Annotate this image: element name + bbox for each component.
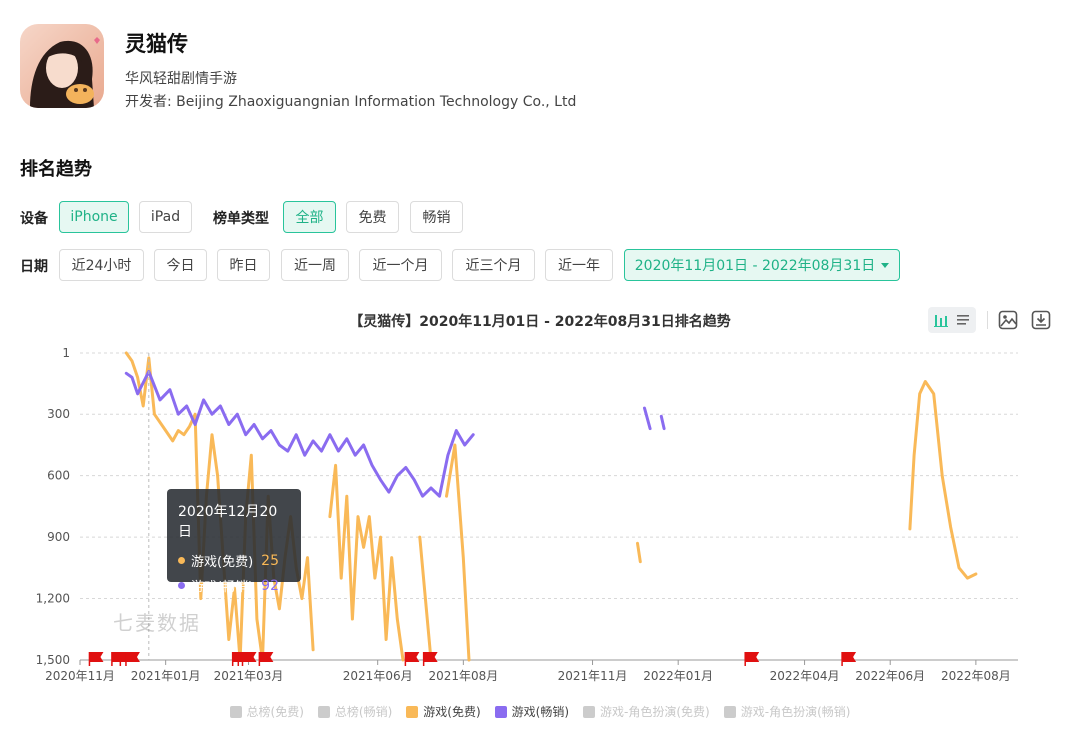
free-series-line	[328, 463, 405, 662]
x-tick-label: 2021年11月	[558, 669, 628, 683]
section-title: 排名趋势	[20, 159, 92, 180]
download-icon[interactable]	[1030, 309, 1052, 331]
y-tick-label: 600	[47, 469, 70, 483]
date-label: 日期	[20, 259, 48, 275]
device-ipad-chip[interactable]: iPad	[139, 201, 192, 233]
list-type-grossing-chip[interactable]: 畅销	[410, 201, 463, 233]
date-3month-chip[interactable]: 近三个月	[452, 249, 535, 281]
flag-marker-icon	[231, 652, 247, 666]
x-tick-label: 2022年08月	[941, 669, 1011, 683]
legend-label: 游戏-角色扮演(畅销)	[740, 705, 851, 719]
y-tick-label: 1	[62, 346, 70, 360]
caret-down-icon	[881, 262, 890, 268]
flag-marker-icon	[119, 652, 135, 666]
legend-swatch-icon	[494, 705, 507, 718]
grossing-series-line	[659, 414, 666, 431]
tooltip-date: 2020年12月20日	[178, 504, 278, 540]
tooltip-grossing-value: 92	[261, 577, 279, 594]
free-series-line	[445, 443, 471, 662]
device-label: 设备	[20, 211, 48, 227]
x-tick-label: 2021年03月	[214, 669, 284, 683]
free-series-line	[636, 541, 642, 564]
device-iphone-chip[interactable]: iPhone	[59, 201, 129, 233]
bar-chart-icon[interactable]	[930, 309, 952, 331]
date-range-picker[interactable]: 2020年11月01日 - 2022年08月31日	[624, 249, 900, 281]
tooltip-row-free: 游戏(免费) 25	[178, 551, 290, 570]
legend-swatch-icon	[406, 705, 419, 718]
legend-label: 总榜(免费)	[246, 705, 304, 719]
tooltip-free-label: 游戏(免费)	[191, 555, 254, 570]
tooltip-grossing-label: 游戏(畅销)	[191, 580, 254, 595]
flag-marker-icon	[125, 652, 140, 666]
x-tick-label: 2021年01月	[131, 669, 201, 683]
legend-label: 游戏-角色扮演(免费)	[600, 705, 710, 719]
legend-label: 游戏(免费)	[423, 705, 481, 719]
grossing-dot-icon	[178, 582, 185, 589]
chart-legend: 总榜(免费) 总榜(畅销) 游戏(免费) 游戏(畅销) 游戏-角色扮演(免费) 游戏-角色…	[0, 703, 1080, 720]
legend-item[interactable]: 游戏(免费)	[406, 703, 481, 720]
tooltip-free-value: 25	[261, 552, 279, 569]
app-title: 灵猫传	[125, 32, 188, 56]
flag-marker-icon	[841, 652, 857, 666]
legend-item[interactable]: 游戏-角色扮演(畅销)	[723, 703, 851, 720]
flag-marker-icon	[422, 652, 438, 666]
y-tick-label: 900	[47, 530, 70, 544]
image-icon[interactable]	[997, 309, 1019, 331]
legend-swatch-icon	[583, 705, 596, 718]
date-24h-chip[interactable]: 近24小时	[59, 249, 144, 281]
flag-marker-icon	[258, 652, 274, 666]
list-type-free-chip[interactable]: 免费	[346, 201, 399, 233]
tooltip-row-grossing: 游戏(畅销) 92	[178, 576, 290, 595]
grossing-series-line	[124, 370, 475, 498]
date-year-chip[interactable]: 近一年	[545, 249, 613, 281]
legend-swatch-icon	[229, 705, 242, 718]
x-tick-label: 2022年06月	[855, 669, 925, 683]
flag-marker-icon	[237, 652, 253, 666]
legend-item[interactable]: 游戏-角色扮演(免费)	[583, 703, 710, 720]
x-tick-label: 2022年04月	[770, 669, 840, 683]
date-week-chip[interactable]: 近一周	[281, 249, 349, 281]
date-today-chip[interactable]: 今日	[154, 249, 207, 281]
toolbar-divider	[987, 311, 988, 329]
legend-label: 总榜(畅销)	[334, 705, 393, 719]
list-type-all-chip[interactable]: 全部	[283, 201, 336, 233]
legend-swatch-icon	[317, 705, 330, 718]
flag-marker-icon	[744, 652, 760, 666]
grossing-series-line	[643, 406, 652, 431]
app-subtitle: 华风轻甜剧情手游	[125, 71, 237, 87]
y-tick-label: 1,200	[36, 592, 70, 606]
y-tick-label: 1,500	[36, 653, 70, 667]
date-range-text: 2020年11月01日 - 2022年08月31日	[634, 258, 876, 274]
list-type-label: 榜单类型	[213, 211, 269, 227]
app-icon	[20, 24, 104, 108]
legend-item[interactable]: 游戏(畅销)	[494, 703, 570, 720]
x-tick-label: 2021年06月	[343, 669, 413, 683]
x-tick-label: 2020年11月	[45, 669, 115, 683]
free-dot-icon	[178, 557, 185, 564]
free-series-line	[908, 380, 978, 580]
flag-marker-icon	[88, 652, 104, 666]
legend-swatch-icon	[723, 705, 736, 718]
app-developer: 开发者: Beijing Zhaoxiguangnian Information…	[125, 94, 577, 110]
legend-item[interactable]: 总榜(免费)	[229, 703, 304, 720]
date-month-chip[interactable]: 近一个月	[359, 249, 442, 281]
chart-title: 【灵猫传】2020年11月01日 - 2022年08月31日排名趋势	[349, 314, 731, 330]
flag-marker-icon	[241, 652, 257, 666]
flag-marker-icon	[111, 652, 126, 666]
free-series-line	[418, 535, 433, 662]
legend-label: 游戏(畅销)	[511, 705, 570, 719]
y-tick-label: 300	[47, 407, 70, 421]
watermark: 七麦数据	[113, 611, 201, 635]
x-tick-label: 2021年08月	[428, 669, 498, 683]
date-yesterday-chip[interactable]: 昨日	[217, 249, 270, 281]
flag-marker-icon	[404, 652, 420, 666]
list-icon[interactable]	[952, 309, 974, 331]
chart-tooltip: 2020年12月20日 游戏(免费) 25 游戏(畅销) 92	[167, 489, 301, 595]
legend-item[interactable]: 总榜(畅销)	[317, 703, 393, 720]
x-tick-label: 2022年01月	[643, 669, 713, 683]
